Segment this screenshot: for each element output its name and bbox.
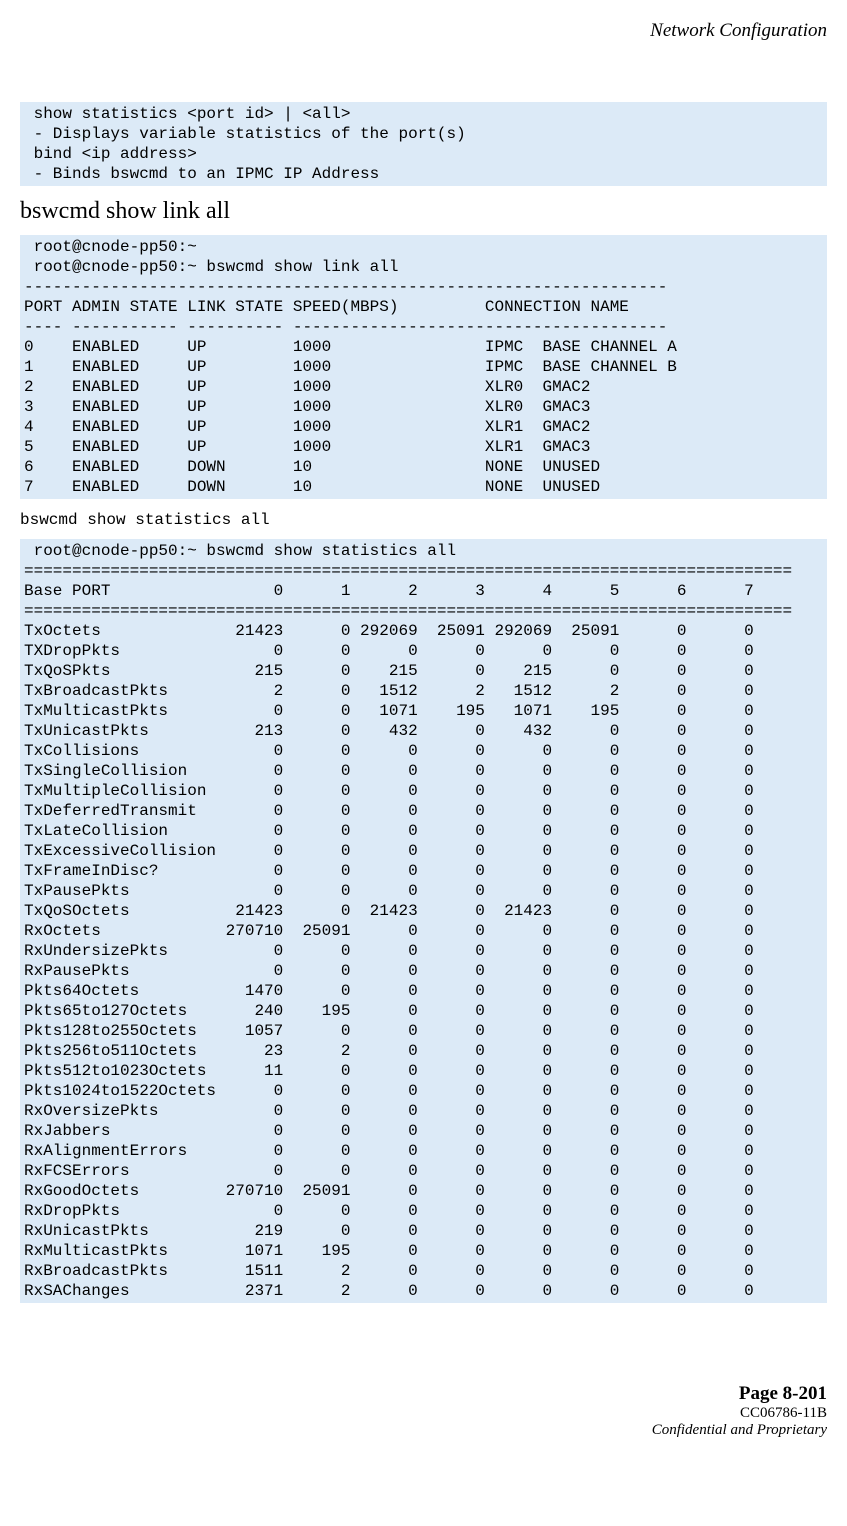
footer-doc-id: CC06786-11B — [20, 1405, 827, 1422]
code-block-show-statistics: root@cnode-pp50:~ bswcmd show statistics… — [20, 539, 827, 1303]
code-block-show-link: root@cnode-pp50:~ root@cnode-pp50:~ bswc… — [20, 235, 827, 499]
code-block-commands: show statistics <port id> | <all> - Disp… — [20, 102, 827, 186]
footer-confidential: Confidential and Proprietary — [20, 1422, 827, 1439]
footer-page-number: Page 8-201 — [20, 1383, 827, 1405]
section-heading-show-statistics: bswcmd show statistics all — [20, 511, 827, 529]
page-header: Network Configuration — [20, 20, 827, 42]
section-heading-show-link: bswcmd show link all — [20, 198, 827, 225]
page-footer: Page 8-201 CC06786-11B Confidential and … — [20, 1383, 827, 1439]
